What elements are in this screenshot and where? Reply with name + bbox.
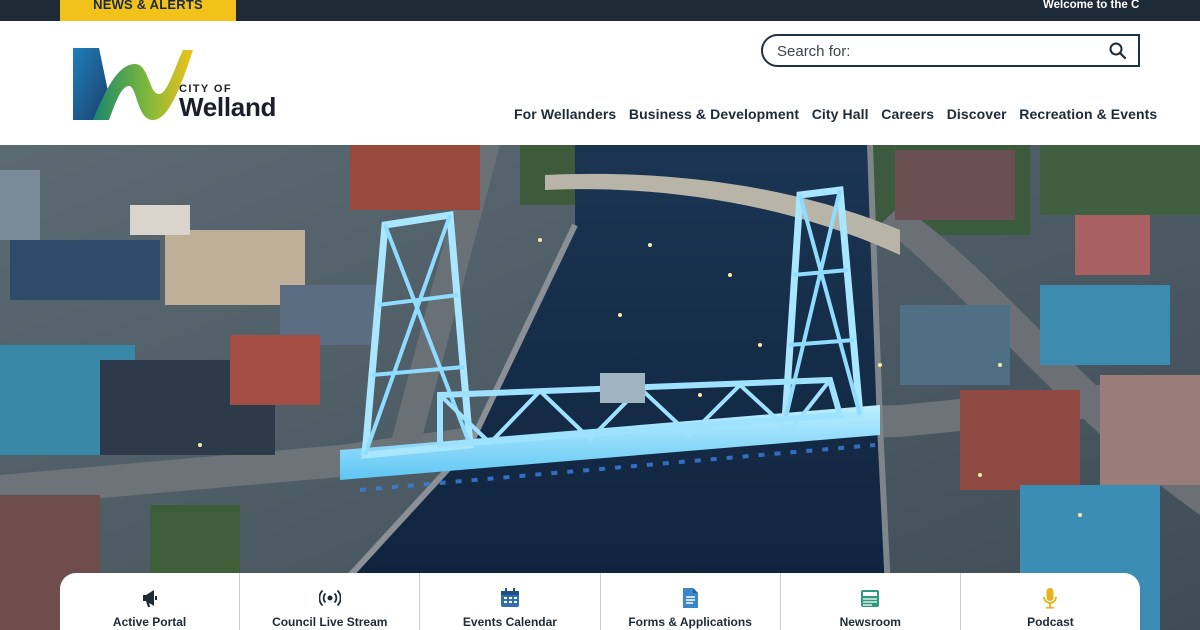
quick-link-active-portal[interactable]: Active Portal (60, 573, 241, 630)
welland-w-logo-icon (73, 48, 193, 120)
hero-image (0, 145, 1200, 630)
megaphone-icon (142, 590, 157, 607)
search-input[interactable] (777, 40, 1097, 62)
city-logo[interactable]: CITY OF Welland (71, 46, 286, 122)
quick-links-bar: Active Portal Council Live Stream Events… (60, 573, 1140, 630)
quick-link-forms-applications[interactable]: Forms & Applications (601, 573, 781, 630)
quick-link-label: Podcast (1027, 615, 1074, 629)
nav-recreation-events[interactable]: Recreation & Events (1013, 103, 1164, 125)
microphone-icon (1043, 588, 1058, 609)
quick-link-newsroom[interactable]: Newsroom (781, 573, 961, 630)
quick-link-council-live-stream[interactable]: Council Live Stream (240, 573, 421, 630)
calendar-icon (500, 588, 519, 607)
site-header: CITY OF Welland For Wellanders Business … (0, 21, 1200, 145)
welcome-ticker: Welcome to the Ci (1043, 0, 1139, 11)
search-icon[interactable] (1108, 41, 1128, 61)
quick-link-label: Newsroom (839, 615, 901, 629)
search-box (761, 34, 1140, 67)
top-bar: NEWS & ALERTS Welcome to the Ci (0, 0, 1200, 21)
newspaper-icon (861, 590, 880, 607)
quick-link-label: Events Calendar (462, 615, 557, 629)
quick-link-label: Active Portal (112, 615, 187, 629)
nav-careers[interactable]: Careers (875, 103, 940, 125)
news-alerts-tab[interactable]: NEWS & ALERTS (60, 0, 236, 21)
quick-link-label: Council Live Stream (272, 615, 388, 629)
nav-city-hall[interactable]: City Hall (805, 103, 875, 125)
nav-business-development[interactable]: Business & Development (623, 103, 806, 125)
nav-for-wellanders[interactable]: For Wellanders (508, 103, 623, 125)
logo-welland-text: Welland (179, 92, 277, 122)
broadcast-icon (318, 589, 341, 607)
main-nav: For Wellanders Business & Development Ci… (508, 103, 1164, 125)
aerial-bridge-illustration (0, 145, 1200, 630)
nav-discover[interactable]: Discover (940, 103, 1013, 125)
document-icon (683, 588, 699, 608)
quick-link-events-calendar[interactable]: Events Calendar (420, 573, 601, 630)
quick-link-label: Forms & Applications (628, 615, 752, 629)
quick-link-podcast[interactable]: Podcast (961, 573, 1140, 630)
